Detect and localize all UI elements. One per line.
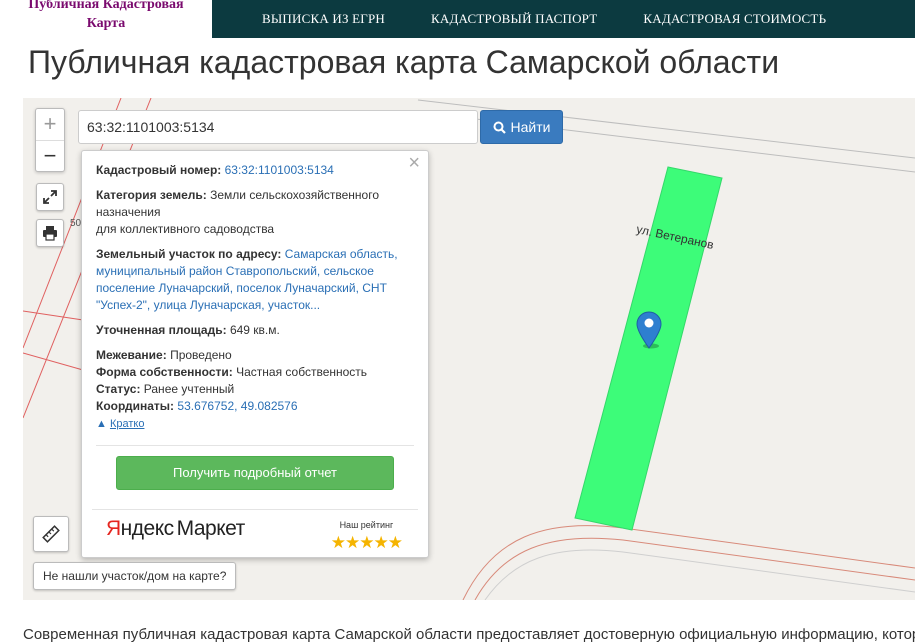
location-marker-icon[interactable] bbox=[635, 310, 663, 355]
page-title: Публичная кадастровая карта Самарской об… bbox=[28, 44, 780, 80]
road-curve-inner bbox=[474, 537, 915, 600]
nav-cadastral-passport[interactable]: КАДАСТРОВЫЙ ПАСПОРТ bbox=[431, 11, 597, 27]
address-row: Земельный участок по адресу: Самарская о… bbox=[96, 246, 414, 314]
land-category-use: для коллективного садоводства bbox=[96, 222, 275, 236]
caret-up-icon: ▲ bbox=[96, 418, 107, 430]
not-found-button[interactable]: Не нашли участок/дом на карте? bbox=[33, 562, 237, 590]
zoom-out-button[interactable]: − bbox=[36, 140, 64, 171]
logo-line-2: Карта bbox=[86, 16, 126, 31]
parcel-info-popup: × Кадастровый номер: 63:32:1101003:5134 … bbox=[81, 150, 429, 558]
intro-paragraph: Современная публичная кадастровая карта … bbox=[23, 626, 915, 643]
status-value: Ранее учтенный bbox=[143, 382, 235, 396]
yandex-market-banner[interactable]: Яндекс Маркет Наш рейтинг ★★★★★ bbox=[92, 509, 418, 557]
cadastral-number-link[interactable]: 63:32:1101003:5134 bbox=[225, 163, 334, 177]
logo-yandex: ндекс bbox=[120, 517, 174, 540]
status-label: Статус: bbox=[96, 382, 141, 396]
rating-label: Наш рейтинг bbox=[339, 520, 394, 530]
get-report-button[interactable]: Получить подробный отчет bbox=[116, 456, 394, 490]
coordinates-row: Координаты: 53.676752, 49.082576 bbox=[96, 398, 414, 415]
cadastral-number-row: Кадастровый номер: 63:32:1101003:5134 bbox=[96, 162, 414, 179]
road-curve-edge bbox=[484, 549, 915, 600]
logo-market: Маркет bbox=[176, 517, 246, 540]
print-button[interactable] bbox=[36, 219, 64, 247]
survey-label: Межевание: bbox=[96, 348, 167, 362]
ownership-value: Частная собственность bbox=[236, 365, 368, 379]
top-navbar: Публичная Кадастровая Карта ВЫПИСКА ИЗ Е… bbox=[0, 0, 915, 38]
collapse-link-label: Кратко bbox=[109, 418, 145, 430]
status-row: Статус: Ранее учтенный bbox=[96, 381, 414, 398]
printer-icon bbox=[43, 226, 57, 241]
collapse-link[interactable]: ▲ Кратко bbox=[96, 416, 414, 433]
cadastral-number-label: Кадастровый номер: bbox=[96, 163, 222, 177]
search-icon bbox=[493, 121, 506, 134]
search-button[interactable]: Найти bbox=[480, 110, 563, 144]
logo-line-1: Публичная Кадастровая bbox=[28, 0, 184, 12]
search-button-label: Найти bbox=[510, 119, 551, 135]
coordinates-value[interactable]: 53.676752, 49.082576 bbox=[177, 399, 297, 413]
survey-row: Межевание: Проведено bbox=[96, 347, 414, 364]
popup-divider bbox=[96, 445, 414, 446]
coordinates-label: Координаты: bbox=[96, 399, 175, 413]
area-value: 649 кв.м. bbox=[229, 323, 280, 337]
ownership-label: Форма собственности: bbox=[96, 365, 233, 379]
boundary-line-4 bbox=[23, 310, 84, 321]
area-row: Уточненная площадь: 649 кв.м. bbox=[96, 322, 414, 339]
rating-stars-icon: ★★★★★ bbox=[330, 533, 403, 552]
address-label: Земельный участок по адресу: bbox=[96, 247, 282, 261]
map-number-label: 50 bbox=[70, 218, 82, 229]
land-category-label: Категория земель: bbox=[96, 188, 207, 202]
close-icon[interactable]: × bbox=[408, 153, 420, 173]
rating-block: Наш рейтинг ★★★★★ bbox=[330, 517, 403, 552]
fullscreen-button[interactable] bbox=[36, 183, 64, 211]
area-label: Уточненная площадь: bbox=[96, 323, 227, 337]
ruler-icon bbox=[42, 525, 60, 543]
zoom-control: + − bbox=[35, 108, 65, 172]
cadastral-map[interactable]: ул. Ветеранов 50 + − 63:32:1101003:5134 … bbox=[23, 98, 915, 600]
boundary-line-3 bbox=[23, 352, 84, 371]
cadastral-search-input[interactable]: 63:32:1101003:5134 bbox=[78, 110, 478, 144]
ownership-row: Форма собственности: Частная собственнос… bbox=[96, 364, 414, 381]
nav-cadastral-value[interactable]: КАДАСТРОВАЯ СТОИМОСТЬ bbox=[643, 11, 826, 27]
survey-value: Проведено bbox=[170, 348, 232, 362]
expand-icon bbox=[43, 190, 57, 204]
ruler-button[interactable] bbox=[33, 516, 69, 552]
yandex-market-logo: Яндекс Маркет bbox=[106, 517, 246, 540]
site-logo[interactable]: Публичная Кадастровая Карта bbox=[0, 0, 212, 38]
zoom-in-button[interactable]: + bbox=[36, 109, 64, 140]
main-nav: ВЫПИСКА ИЗ ЕГРН КАДАСТРОВЫЙ ПАСПОРТ КАДА… bbox=[248, 0, 858, 38]
land-category-row: Категория земель: Земли сельскохозяйстве… bbox=[96, 187, 414, 238]
logo-letter: Я bbox=[106, 517, 121, 540]
nav-egrn-extract[interactable]: ВЫПИСКА ИЗ ЕГРН bbox=[262, 11, 385, 27]
road-curve-outer bbox=[462, 525, 915, 600]
